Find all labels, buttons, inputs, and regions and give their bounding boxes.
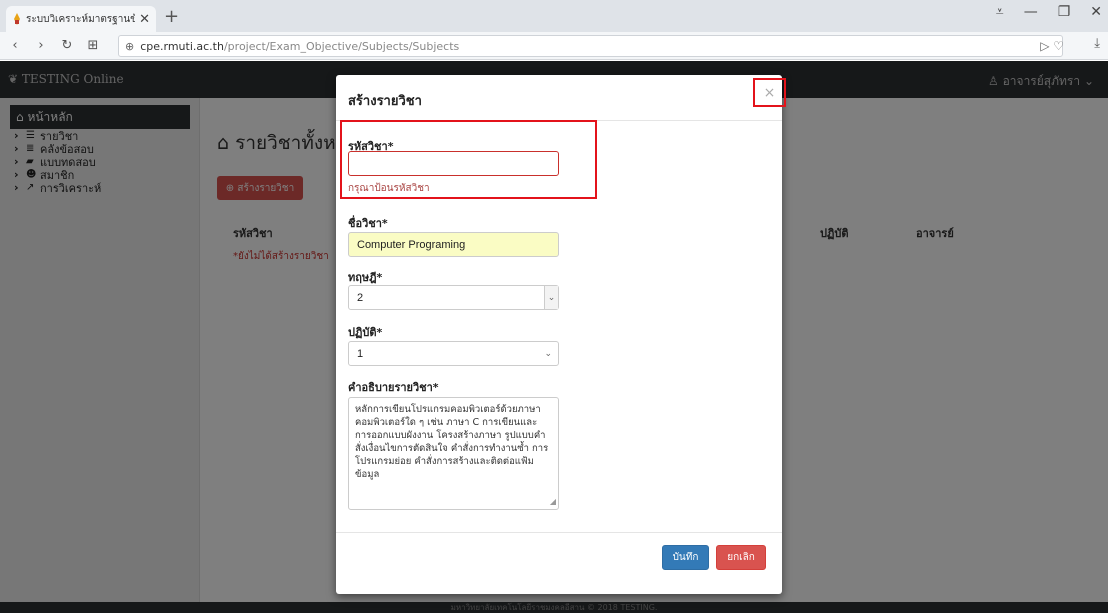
apps-grid-icon[interactable]: ⊞ bbox=[82, 38, 104, 53]
cancel-button[interactable]: ยกเลิก bbox=[716, 545, 766, 570]
description-text: หลักการเขียนโปรแกรมคอมพิวเตอร์ด้วยภาษาคอ… bbox=[355, 404, 549, 480]
description-label: คำอธิบายรายวิชา* bbox=[348, 381, 439, 394]
url-path: /project/Exam_Objective/Subjects/Subject… bbox=[223, 39, 460, 53]
theory-value: 2 bbox=[357, 291, 364, 304]
url-input[interactable]: ⊕ cpe.rmuti.ac.th/project/Exam_Objective… bbox=[118, 35, 1063, 57]
forward-icon[interactable]: › bbox=[30, 38, 52, 53]
create-subject-modal: สร้างรายวิชา × รหัสวิชา* กรุณาป้อนรหัสวิ… bbox=[336, 75, 786, 594]
back-icon[interactable]: ‹ bbox=[4, 38, 26, 53]
tab-title: ระบบวิเคราะห์มาตรฐานข้อสอบ bbox=[26, 13, 136, 25]
tab-list-icon[interactable]: ⩡ bbox=[996, 4, 1004, 20]
resize-handle-icon[interactable]: ◢ bbox=[550, 495, 556, 508]
browser-tab-bar: ระบบวิเคราะห์มาตรฐานข้อสอบ ✕ + ⩡ — ❐ ✕ bbox=[0, 0, 1108, 32]
theory-select[interactable]: 2 ⌄ bbox=[348, 285, 559, 310]
url-host: cpe.rmuti.ac.th bbox=[140, 39, 224, 53]
modal-footer: บันทึก ยกเลิก bbox=[336, 532, 782, 594]
favicon-icon bbox=[14, 13, 20, 25]
minimize-icon[interactable]: — bbox=[1024, 4, 1038, 20]
close-icon: × bbox=[763, 84, 776, 101]
window-controls: ⩡ — ❐ ✕ bbox=[996, 4, 1102, 20]
subject-code-error: กรุณาป้อนรหัสวิชา bbox=[348, 183, 430, 194]
practice-select[interactable]: 1 ⌄ bbox=[348, 341, 559, 366]
new-tab-button[interactable]: + bbox=[164, 6, 179, 27]
globe-icon: ⊕ bbox=[125, 39, 135, 53]
tab-close-icon[interactable]: ✕ bbox=[139, 12, 150, 27]
theory-label: ทฤษฎี* bbox=[348, 271, 383, 284]
subject-name-input[interactable]: Computer Programing bbox=[348, 232, 559, 257]
chevron-down-icon: ⌄ bbox=[544, 348, 552, 358]
save-button[interactable]: บันทึก bbox=[662, 545, 709, 570]
address-bar-row: ‹ › ↻ ⊞ ⊕ cpe.rmuti.ac.th/project/Exam_O… bbox=[0, 32, 1108, 60]
download-icon[interactable]: ⤓ bbox=[1094, 36, 1100, 51]
description-textarea[interactable]: หลักการเขียนโปรแกรมคอมพิวเตอร์ด้วยภาษาคอ… bbox=[348, 397, 559, 510]
browser-tab[interactable]: ระบบวิเคราะห์มาตรฐานข้อสอบ ✕ bbox=[6, 6, 156, 32]
subject-name-label: ชื่อวิชา* bbox=[348, 217, 388, 230]
restore-icon[interactable]: ❐ bbox=[1058, 4, 1071, 20]
modal-close-button[interactable]: × bbox=[753, 78, 786, 107]
close-window-icon[interactable]: ✕ bbox=[1090, 4, 1102, 20]
reload-icon[interactable]: ↻ bbox=[56, 38, 78, 53]
chevron-down-icon: ⌄ bbox=[544, 286, 558, 309]
practice-label: ปฏิบัติ* bbox=[348, 326, 383, 339]
modal-header: สร้างรายวิชา bbox=[336, 75, 782, 121]
subject-code-input[interactable] bbox=[348, 151, 559, 176]
modal-title: สร้างรายวิชา bbox=[348, 94, 422, 109]
favorite-icon[interactable]: ▷ ♡ bbox=[1040, 39, 1064, 53]
practice-value: 1 bbox=[357, 347, 364, 360]
